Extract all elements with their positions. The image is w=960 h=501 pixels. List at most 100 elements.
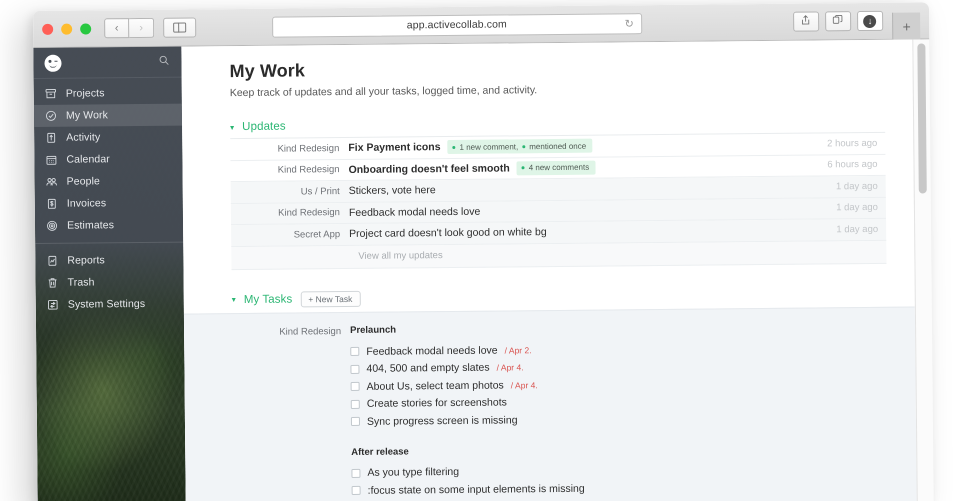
chevron-right-icon: › [139, 22, 143, 34]
update-title[interactable]: Fix Payment icons [348, 141, 440, 154]
close-window-button[interactable] [42, 23, 53, 34]
task-group-project: Kind Redesign [232, 325, 352, 501]
browser-window: ‹ › app.activecollab.com ↻ [33, 2, 934, 501]
sidebar-toggle-button[interactable] [163, 17, 196, 37]
my-tasks-panel: ▾ My Tasks + New Task [232, 285, 887, 308]
desktop-background: ‹ › app.activecollab.com ↻ [0, 0, 960, 501]
plus-icon: + [902, 18, 910, 34]
task-label: 404, 500 and empty slates [366, 362, 489, 375]
dot-icon [522, 167, 525, 170]
update-project: Kind Redesign [231, 207, 349, 219]
list-item[interactable]: :focus state on some input elements is m… [352, 477, 889, 500]
sidebar-item-calendar[interactable]: Calendar [34, 148, 182, 171]
task-checkbox[interactable] [351, 417, 360, 426]
sidebar-item-people[interactable]: People [35, 170, 183, 193]
sidebar-item-label: People [67, 175, 100, 187]
badge-text: mentioned once [529, 141, 586, 151]
sidebar-item-invoices[interactable]: Invoices [35, 192, 183, 215]
share-button[interactable] [793, 11, 819, 31]
activecollab-logo-icon[interactable] [44, 54, 61, 71]
app-body: Projects My Work [33, 39, 933, 501]
vertical-scrollbar[interactable] [912, 39, 933, 501]
task-group-heading: Prelaunch [350, 320, 887, 336]
chevron-down-icon[interactable]: ▾ [232, 295, 236, 304]
update-title[interactable]: Stickers, vote here [349, 184, 436, 197]
trash-icon [47, 277, 59, 289]
new-tab-button[interactable]: + [892, 12, 920, 39]
task-label: Feedback modal needs love [366, 344, 497, 357]
chevron-down-icon: ▾ [230, 123, 234, 132]
list-item[interactable]: Sync progress screen is missing [351, 408, 888, 431]
url-text: app.activecollab.com [407, 18, 507, 31]
sidebar-item-my-work[interactable]: My Work [34, 104, 182, 127]
task-checkbox[interactable] [350, 347, 359, 356]
task-label: Sync progress screen is missing [367, 414, 518, 427]
update-title[interactable]: Onboarding doesn't feel smooth [348, 162, 509, 176]
update-title[interactable]: Feedback modal needs love [349, 205, 480, 218]
dot-icon [453, 146, 456, 149]
update-title[interactable]: Project card doesn't look good on white … [349, 226, 547, 240]
people-icon [46, 176, 58, 188]
tabs-icon [833, 14, 844, 28]
status-badge: 4 new comments [517, 160, 596, 175]
maximize-window-button[interactable] [80, 23, 91, 34]
window-controls [42, 23, 91, 34]
task-due-date: / Apr 2. [505, 345, 532, 355]
sidebar-toggle-icon [173, 23, 186, 33]
forward-button[interactable]: › [129, 18, 154, 38]
task-checkbox[interactable] [352, 486, 361, 495]
task-label: :focus state on some input elements is m… [368, 482, 585, 496]
reports-icon [46, 255, 58, 267]
new-task-button[interactable]: + New Task [300, 290, 360, 307]
sidebar: Projects My Work [33, 47, 185, 501]
content-area: My Work Keep track of updates and all yo… [181, 39, 933, 501]
task-checkbox[interactable] [351, 382, 360, 391]
sidebar-item-label: Estimates [67, 219, 114, 231]
updates-table: Kind Redesign Fix Payment icons 1 new co… [230, 132, 886, 270]
task-due-date: / Apr 4. [497, 363, 524, 373]
back-button[interactable]: ‹ [104, 18, 129, 38]
update-time: 1 day ago [794, 202, 886, 214]
search-icon[interactable] [158, 55, 169, 69]
chevron-left-icon: ‹ [115, 22, 119, 34]
status-badge: 1 new comment, mentioned once [447, 139, 592, 154]
view-all-updates-link[interactable]: View all my updates [349, 250, 442, 262]
view-all-updates-row[interactable]: View all my updates [231, 240, 886, 269]
address-bar[interactable]: app.activecollab.com ↻ [272, 13, 642, 38]
sidebar-item-label: Trash [68, 276, 95, 288]
scrollbar-thumb[interactable] [917, 43, 926, 193]
show-tabs-button[interactable] [825, 11, 851, 31]
page-header: My Work Keep track of updates and all yo… [181, 55, 912, 100]
downloads-button[interactable]: ↓ [857, 11, 883, 31]
task-checkbox[interactable] [350, 365, 359, 374]
sidebar-item-label: My Work [66, 109, 108, 121]
sidebar-item-reports[interactable]: Reports [35, 249, 183, 272]
update-time: 2 hours ago [793, 138, 885, 150]
navigation-buttons: ‹ › [104, 18, 154, 38]
my-tasks-panel-header: ▾ My Tasks + New Task [232, 285, 887, 308]
reload-icon[interactable]: ↻ [625, 17, 634, 30]
sidebar-divider [35, 242, 183, 244]
update-time: 1 day ago [794, 181, 886, 193]
minimize-window-button[interactable] [61, 23, 72, 34]
sidebar-item-estimates[interactable]: Estimates [35, 214, 183, 237]
sidebar-item-label: Calendar [66, 153, 110, 165]
updates-panel-header[interactable]: ▾ Updates [230, 115, 885, 133]
sidebar-item-projects[interactable]: Projects [34, 82, 182, 105]
share-icon [801, 15, 812, 29]
task-checkbox[interactable] [351, 400, 360, 409]
toolbar-right-group: ↓ [793, 11, 883, 32]
archive-box-icon [45, 88, 57, 100]
sidebar-item-system-settings[interactable]: System Settings [36, 293, 184, 316]
task-due-date: / Apr 4. [511, 380, 538, 390]
my-tasks-panel-title[interactable]: My Tasks [244, 293, 293, 305]
sidebar-header [33, 47, 181, 79]
update-project: Kind Redesign [230, 143, 348, 155]
sidebar-item-label: Reports [67, 254, 105, 266]
badge-text: 1 new comment, [459, 142, 518, 152]
sidebar-item-activity[interactable]: Activity [34, 126, 182, 149]
updates-panel-title: Updates [242, 121, 286, 133]
update-time: 6 hours ago [793, 159, 885, 171]
task-checkbox[interactable] [351, 469, 360, 478]
sidebar-item-trash[interactable]: Trash [36, 271, 184, 294]
